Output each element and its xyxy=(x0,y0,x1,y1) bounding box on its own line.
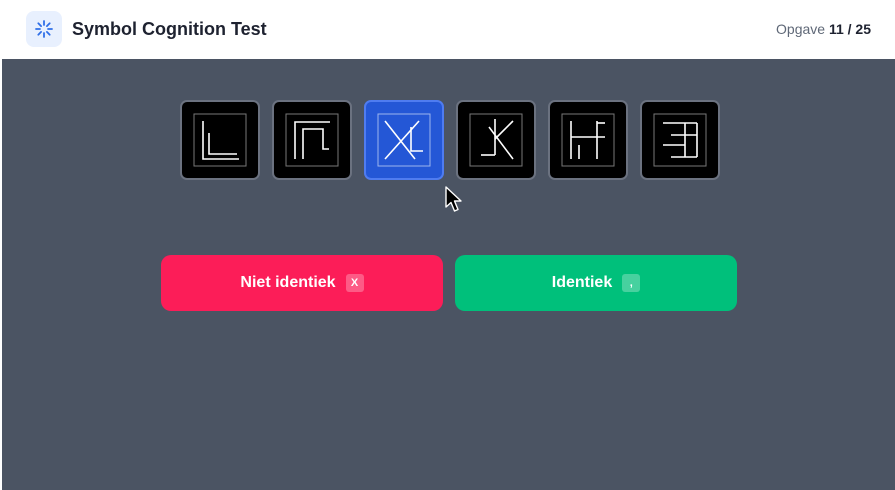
symbol-tile-3[interactable] xyxy=(364,100,444,180)
mouse-pointer-icon xyxy=(445,186,462,212)
progress-label: Opgave xyxy=(776,21,826,37)
symbol-glyph-6-icon xyxy=(653,113,707,167)
symbol-tile-5[interactable] xyxy=(548,100,628,180)
header-bar: Symbol Cognition Test Opgave 11 / 25 xyxy=(0,0,895,58)
identical-label: Identiek xyxy=(551,274,613,291)
brand: Symbol Cognition Test xyxy=(26,11,267,47)
identical-button[interactable]: Identiek , xyxy=(455,255,737,311)
symbol-tile-1[interactable] xyxy=(180,100,260,180)
symbol-glyph-4-icon xyxy=(469,113,523,167)
app-title: Symbol Cognition Test xyxy=(72,18,267,39)
progress-value: 11 / 25 xyxy=(828,21,871,37)
symbol-tile-2[interactable] xyxy=(272,100,352,180)
not-identical-key-hint: X xyxy=(345,274,364,292)
loader-icon xyxy=(26,11,62,47)
symbol-glyph-5-icon xyxy=(561,113,615,167)
not-identical-button[interactable]: Niet identiek X xyxy=(161,255,443,311)
symbol-glyph-3-icon xyxy=(377,113,431,167)
symbol-glyph-2-icon xyxy=(285,113,339,167)
symbol-tile-4[interactable] xyxy=(456,100,536,180)
task-progress: Opgave 11 / 25 xyxy=(776,21,871,37)
not-identical-label: Niet identiek xyxy=(240,274,336,291)
symbol-glyph-1-icon xyxy=(193,113,247,167)
identical-key-hint: , xyxy=(622,274,641,292)
symbol-row xyxy=(180,100,720,180)
symbol-tile-6[interactable] xyxy=(640,100,720,180)
test-stage: Niet identiek X Identiek , xyxy=(2,59,895,490)
